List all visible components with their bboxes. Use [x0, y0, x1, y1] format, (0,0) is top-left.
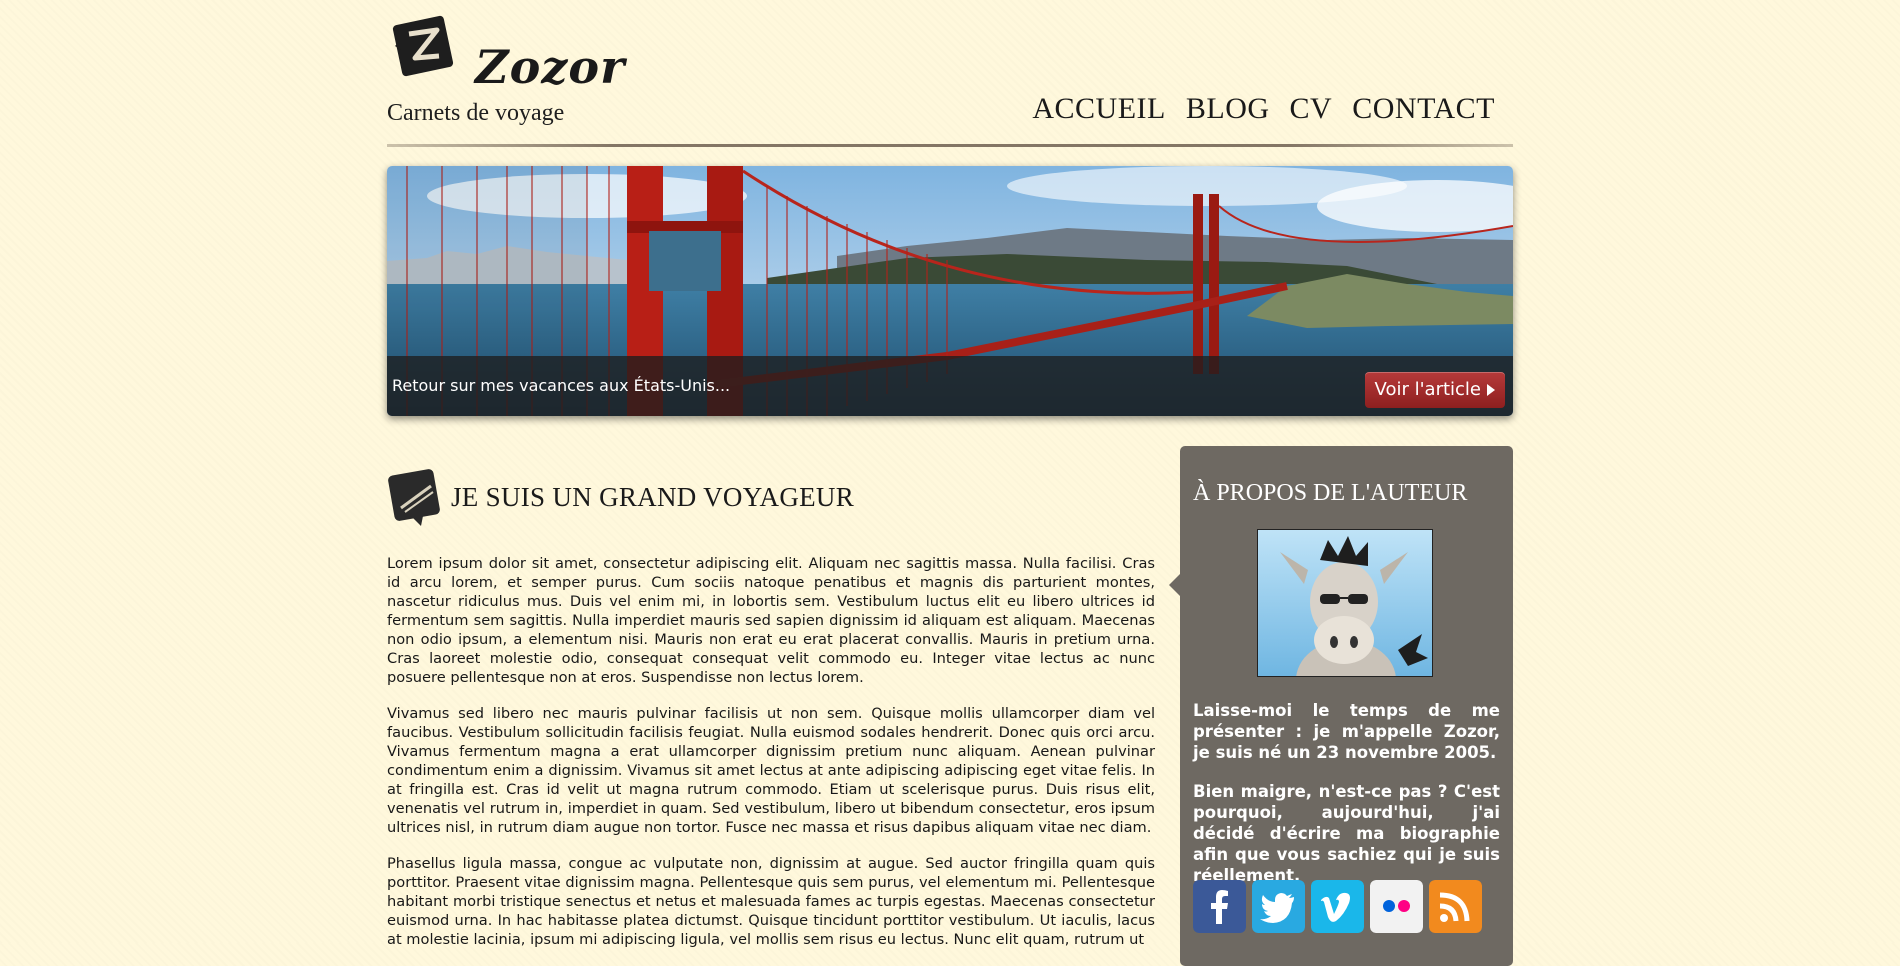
vimeo-icon[interactable]: [1311, 880, 1364, 933]
nav-link-cv[interactable]: CV: [1290, 92, 1333, 126]
twitter-icon[interactable]: [1252, 880, 1305, 933]
read-article-button[interactable]: Voir l'article: [1364, 372, 1505, 408]
read-article-label: Voir l'article: [1374, 379, 1481, 400]
rss-icon[interactable]: [1429, 880, 1482, 933]
main-nav: ACCUEIL BLOG CV CONTACT: [1032, 92, 1495, 126]
author-bio: Laisse-moi le temps de me présenter : je…: [1193, 700, 1500, 904]
aside-title: À PROPOS DE L'AUTEUR: [1193, 480, 1468, 506]
banner-caption-bar: Retour sur mes vacances aux États-Unis..…: [387, 356, 1513, 416]
hero-banner: Retour sur mes vacances aux États-Unis..…: [387, 166, 1513, 416]
site-logo-name[interactable]: Zozor: [475, 40, 625, 94]
zozor-logo-icon[interactable]: [387, 10, 459, 82]
zozor-donkey-image: [1280, 536, 1428, 676]
site-tagline: Carnets de voyage: [387, 100, 565, 126]
author-aside: À PROPOS DE L'AUTEUR Laisse-moi le temps…: [1169, 446, 1513, 966]
article-body: Lorem ipsum dolor sit amet, consectetur …: [387, 554, 1155, 966]
nav-link-blog[interactable]: BLOG: [1186, 92, 1270, 126]
article-paragraph: Vivamus sed libero nec mauris pulvinar f…: [387, 705, 1155, 836]
quill-icon: [388, 469, 440, 526]
social-links: [1193, 880, 1482, 933]
flickr-icon[interactable]: [1370, 880, 1423, 933]
banner-caption: Retour sur mes vacances aux États-Unis..…: [392, 376, 731, 395]
article-paragraph: Lorem ipsum dolor sit amet, consectetur …: [387, 555, 1155, 686]
nav-link-contact[interactable]: CONTACT: [1352, 92, 1495, 126]
author-bio-paragraph: Laisse-moi le temps de me présenter : je…: [1193, 701, 1500, 762]
author-bio-paragraph: Bien maigre, n'est-ce pas ? C'est pourqu…: [1193, 782, 1500, 885]
facebook-icon[interactable]: [1193, 880, 1246, 933]
article-title: JE SUIS UN GRAND VOYAGEUR: [451, 482, 855, 512]
play-arrow-icon: [1487, 384, 1495, 396]
aside-pointer: [1169, 574, 1180, 596]
nav-link-accueil[interactable]: ACCUEIL: [1032, 92, 1166, 126]
article-paragraph: Phasellus ligula massa, congue ac vulput…: [387, 855, 1155, 948]
author-avatar: [1257, 529, 1433, 677]
header-divider: [387, 144, 1513, 147]
